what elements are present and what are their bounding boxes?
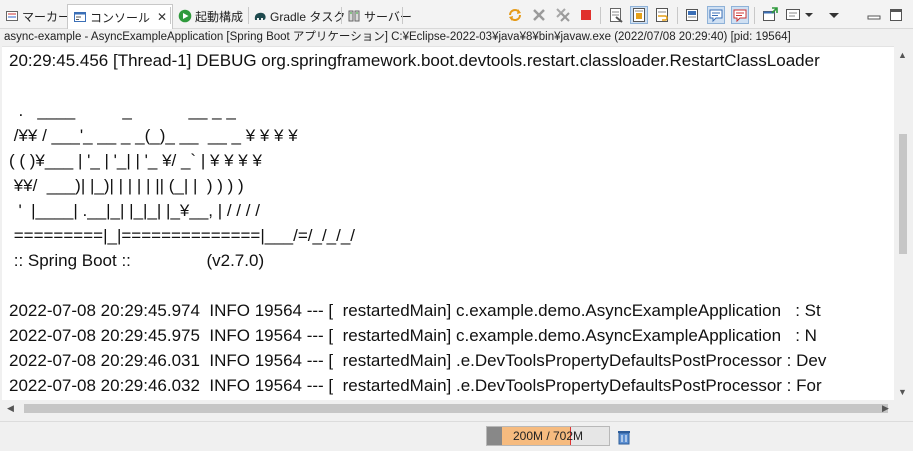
console-line: =========|_|==============|___/=/_/_/_/ [9,226,356,245]
tab-markers[interactable]: マーカー [5,5,70,27]
heap-label: 200M / 702M [512,429,584,443]
console-line: /¥¥ / ___'_ __ _ _(_)_ __ __ _ ¥ ¥ ¥ ¥ [9,126,298,145]
remove-all-icon[interactable] [555,7,571,23]
tab-label: 起動構成 [195,9,244,24]
console-line: 2022-07-08 20:29:46.032 INFO 19564 --- [… [9,376,822,395]
show-stderr-icon[interactable] [731,6,749,24]
remove-launch-icon[interactable] [531,7,547,23]
markers-icon [5,9,19,23]
console-line: 20:29:45.456 [Thread-1] DEBUG org.spring… [9,51,820,70]
scroll-lock-icon[interactable] [630,6,648,24]
console-output[interactable]: 20:29:45.456 [Thread-1] DEBUG org.spring… [2,46,894,401]
chevron-down-icon[interactable] [804,7,814,23]
scroll-up-icon[interactable]: ▲ [894,46,911,63]
tab-separator [170,7,171,24]
show-stdout-icon[interactable] [707,6,725,24]
heap-status[interactable]: 200M / 702M [486,426,610,446]
tab-separator [402,7,403,24]
tab-run-configurations[interactable]: 起動構成 [178,5,243,27]
tab-separator [248,7,249,24]
console-icon [73,10,87,24]
console-line: 2022-07-08 20:29:46.031 INFO 19564 --- [… [9,351,827,370]
scrollbar-corner [894,400,911,417]
tab-label: マーカー [22,9,71,24]
maximize-icon[interactable] [888,7,904,23]
servers-icon [347,9,361,23]
scroll-down-icon[interactable]: ▼ [894,383,911,400]
gradle-elephant-icon [253,9,267,23]
clear-console-icon[interactable] [608,7,624,23]
console-line: :: Spring Boot :: (v2.7.0) [9,251,265,270]
tab-label: Gradle タスク [270,9,346,24]
tab-label: コンソール [90,10,151,25]
horizontal-scrollbar[interactable]: ◀ ▶ [2,400,894,417]
console-line: ( ( )¥___ | '_ | '_| | '_ ¥/ _` | ¥ ¥ ¥ … [9,151,262,170]
console-line: ' |____| .__|_| |_|_| |_¥__, | / / / / [9,201,260,220]
tab-console[interactable]: コンソール ✕ [67,4,174,29]
console-line: ¥¥/ ___)| |_)| | | | | || (_| | ) ) ) ) [9,176,244,195]
scroll-right-icon[interactable]: ▶ [877,400,894,417]
vertical-scrollbar[interactable]: ▲ ▼ [894,46,911,400]
tab-separator [341,7,342,24]
toolbar-separator [600,7,601,24]
horizontal-scroll-thumb[interactable] [24,404,888,413]
word-wrap-icon[interactable] [654,7,670,23]
trash-icon[interactable] [616,429,632,445]
display-console-icon[interactable] [785,7,801,23]
close-icon[interactable]: ✕ [157,10,167,24]
console-title: async-example - AsyncExampleApplication … [0,29,913,46]
status-bar: 200M / 702M [0,421,913,451]
vertical-scroll-thumb[interactable] [899,134,907,254]
minimize-icon[interactable] [866,7,882,23]
console-line: 2022-07-08 20:29:45.974 INFO 19564 --- [… [9,301,821,320]
console-line: . ____ _ __ _ _ [9,101,236,120]
view-tab-bar: マーカー コンソール ✕ 起動構成 Gradle タスク サーバー [0,0,913,29]
tab-label: サーバー [364,9,412,24]
toolbar-separator [677,7,678,24]
terminate-icon[interactable] [578,7,594,23]
scroll-left-icon[interactable]: ◀ [2,400,19,417]
toolbar-separator [754,7,755,24]
pin-console-icon[interactable] [684,7,700,23]
open-console-icon[interactable] [762,7,778,23]
run-icon [178,9,192,23]
view-menu-icon[interactable] [826,7,842,23]
sync-icon[interactable] [507,7,523,23]
tab-gradle-tasks[interactable]: Gradle タスク [253,5,345,27]
console-line: 2022-07-08 20:29:45.975 INFO 19564 --- [… [9,326,817,345]
